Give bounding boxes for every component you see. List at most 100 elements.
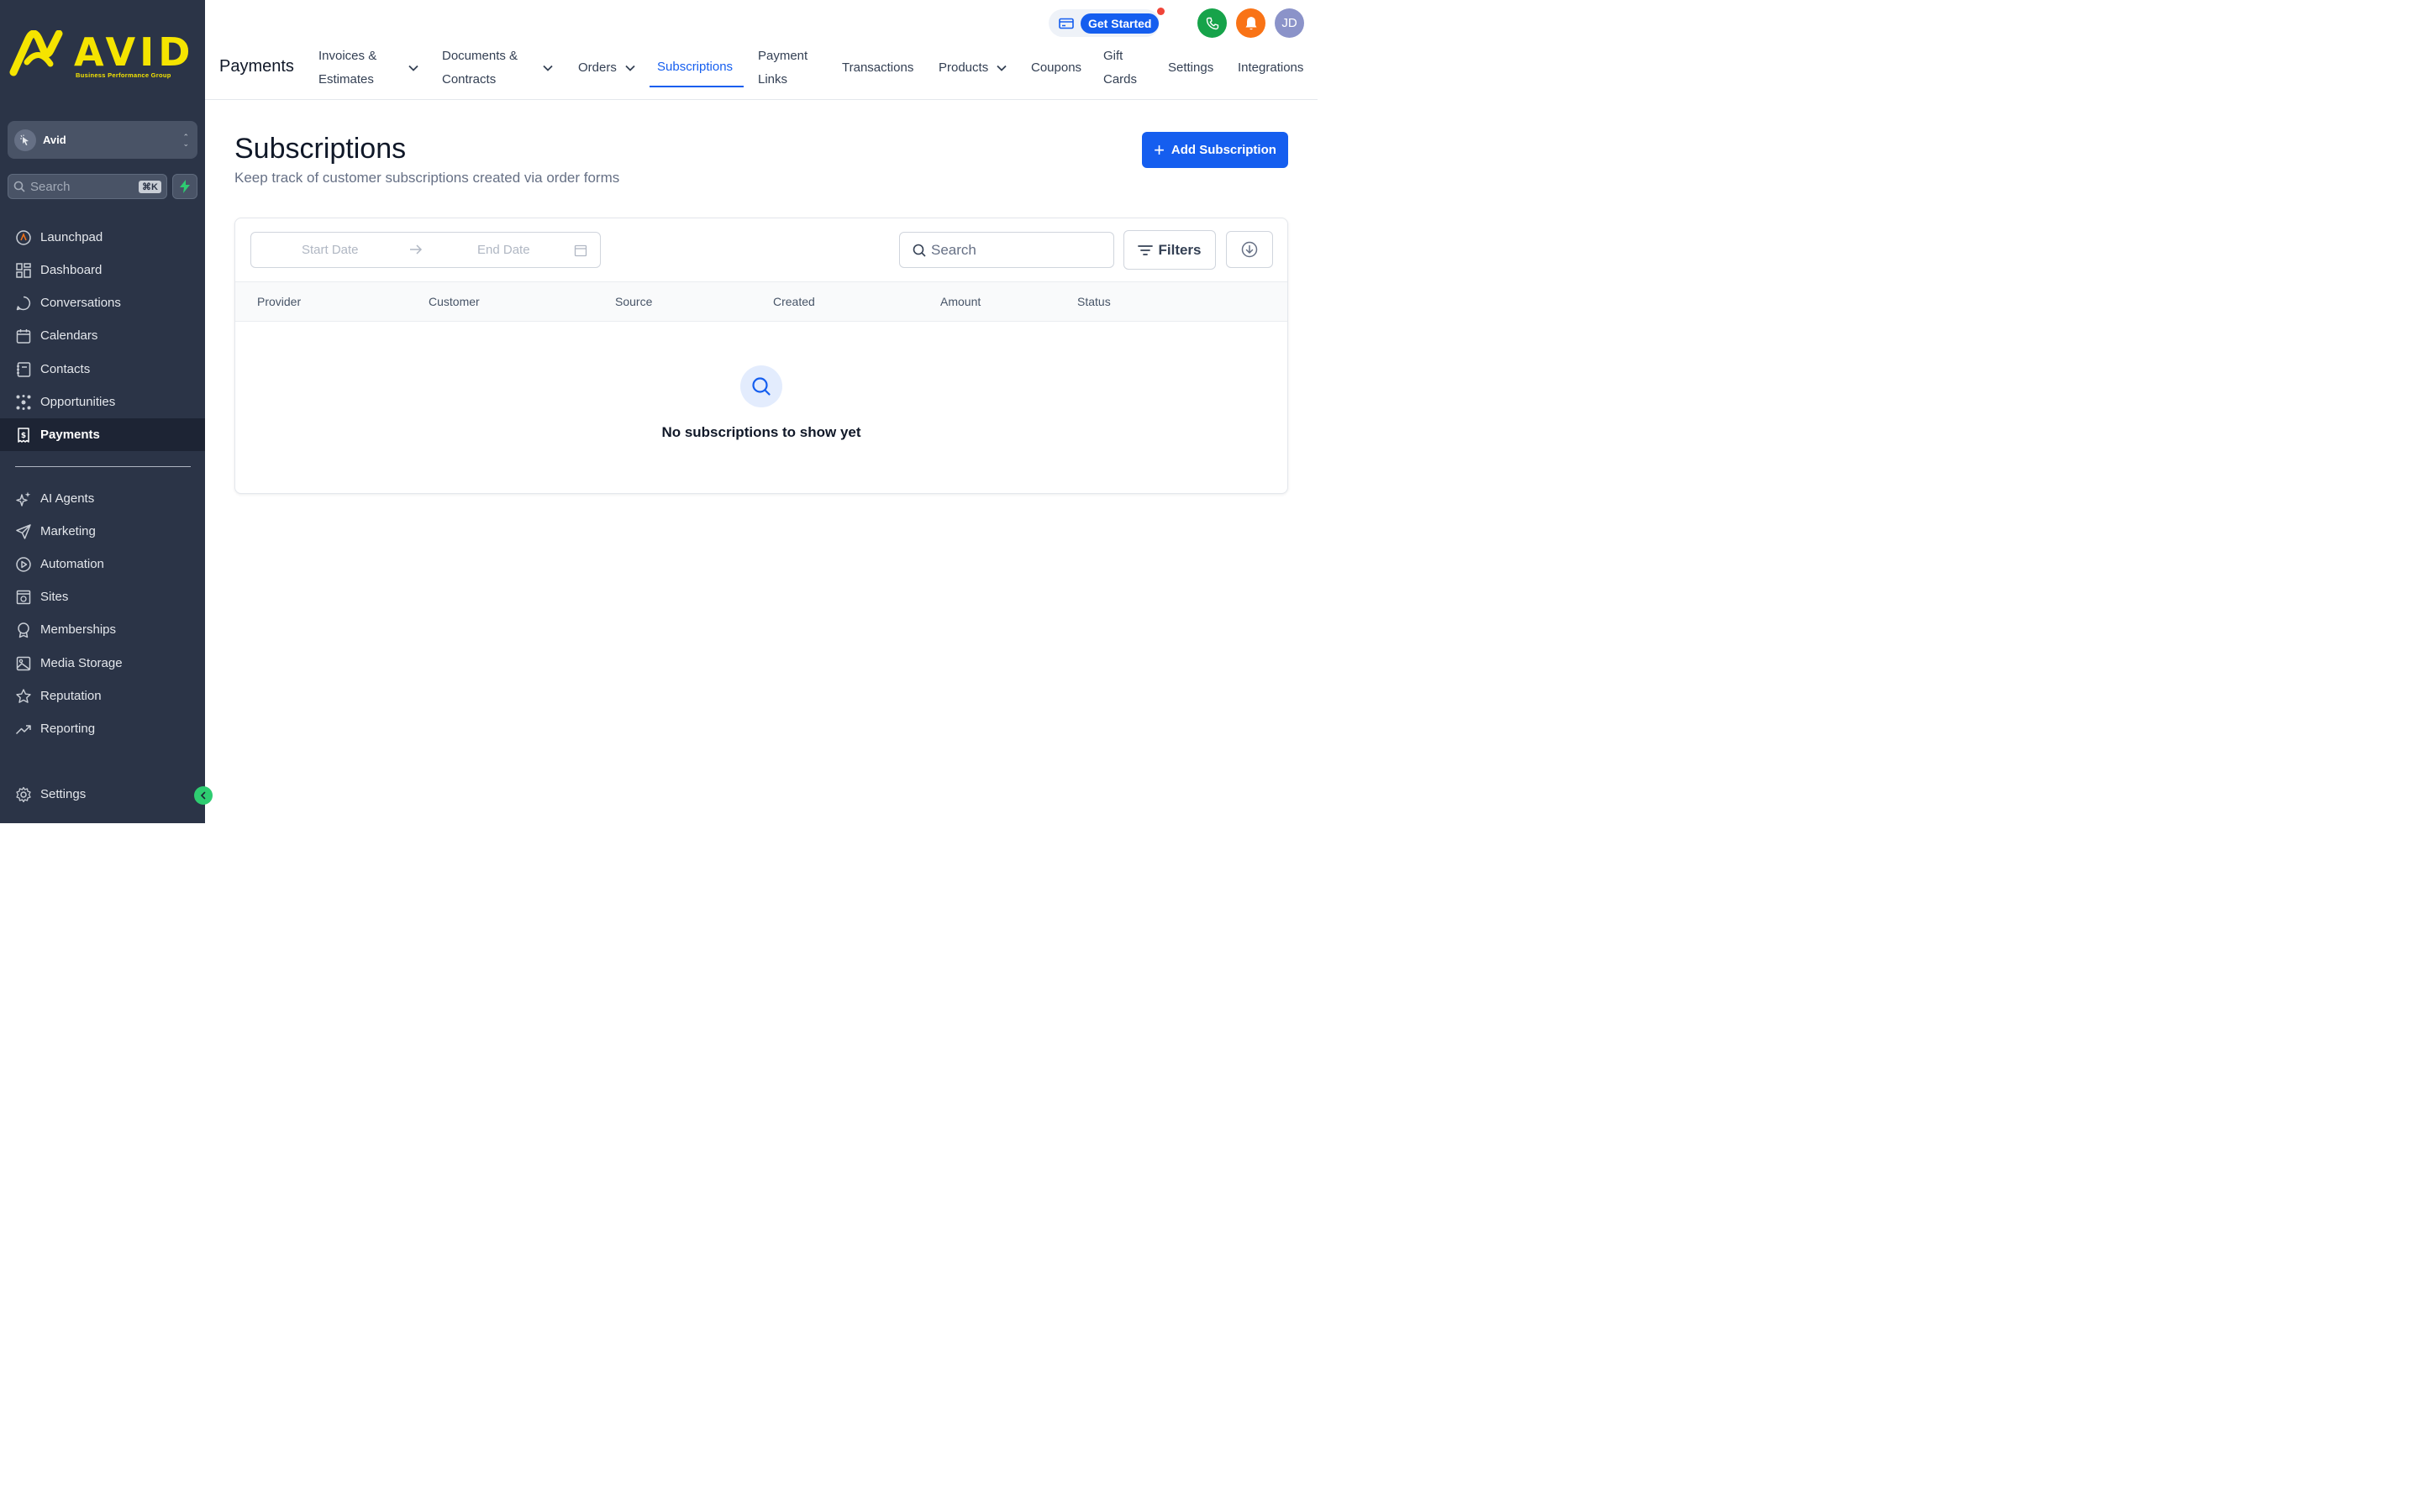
sidebar-item-label: Sites	[40, 590, 69, 604]
empty-state-search-icon	[740, 365, 782, 407]
sidebar-item-payments[interactable]: $ Payments	[0, 418, 205, 451]
account-switcher[interactable]: Avid ⌃ ⌄	[8, 121, 197, 159]
logo-subtitle: Business Performance Group	[76, 71, 171, 79]
gear-icon	[16, 786, 31, 802]
automation-icon	[16, 556, 31, 572]
sidebar-item-opportunities[interactable]: Opportunities	[0, 386, 205, 418]
add-subscription-button[interactable]: + Add Subscription	[1142, 132, 1288, 168]
tab-transactions[interactable]: Transactions	[842, 56, 913, 80]
download-icon	[1241, 241, 1258, 258]
quick-actions-button[interactable]	[172, 174, 197, 199]
sidebar-item-reporting[interactable]: Reporting	[0, 712, 205, 745]
date-range-picker[interactable]: Start Date End Date	[250, 232, 601, 268]
tab-coupons[interactable]: Coupons	[1031, 56, 1081, 80]
tab-label: Transactions	[842, 60, 914, 75]
tab-gift-cards[interactable]: Gift Cards	[1103, 45, 1137, 92]
sidebar-item-ai-agents[interactable]: AI Agents	[0, 482, 205, 515]
column-header-provider[interactable]: Provider	[257, 295, 301, 308]
tab-orders[interactable]: Orders	[578, 56, 635, 80]
sidebar-item-contacts[interactable]: Contacts	[0, 353, 205, 386]
tab-label: Orders	[578, 60, 617, 75]
sidebar-item-media-storage[interactable]: Media Storage	[0, 647, 205, 680]
sites-icon	[16, 590, 31, 604]
sidebar-search-input[interactable]: Search ⌘K	[8, 174, 167, 199]
chevron-left-icon	[200, 791, 206, 800]
badge-icon	[18, 622, 29, 638]
column-header-status[interactable]: Status	[1077, 295, 1111, 308]
sidebar-divider	[15, 466, 191, 467]
avid-logo[interactable]: AVID Business Performance Group	[8, 29, 197, 81]
active-tab-indicator	[650, 86, 744, 87]
sidebar-item-label: Dashboard	[40, 263, 103, 277]
sidebar-item-marketing[interactable]: Marketing	[0, 515, 205, 548]
top-navigation: Payments Invoices & Estimates Documents …	[205, 0, 1318, 100]
sparkle-icon	[16, 491, 31, 507]
column-header-amount[interactable]: Amount	[940, 295, 981, 308]
opportunities-icon	[16, 394, 31, 410]
notifications-button[interactable]	[1236, 8, 1265, 38]
logo-mark-icon	[9, 29, 63, 76]
sidebar-item-label: Reputation	[40, 689, 102, 703]
filters-button[interactable]: Filters	[1123, 230, 1216, 270]
tab-label: Integrations	[1238, 60, 1304, 75]
chevron-down-icon	[997, 65, 1007, 71]
page-subtitle: Keep track of customer subscriptions cre…	[234, 170, 620, 186]
tab-label: Cards	[1103, 72, 1138, 87]
download-button[interactable]	[1226, 231, 1273, 268]
account-name: Avid	[43, 134, 66, 146]
chevron-down-icon	[625, 65, 635, 71]
sidebar-item-label: Contacts	[40, 362, 91, 376]
dashboard-icon	[16, 262, 31, 278]
sidebar-item-dashboard[interactable]: Dashboard	[0, 254, 205, 286]
tab-label: Documents &	[442, 49, 518, 63]
subscriptions-table-card: Start Date End Date Search Filters Provi…	[234, 218, 1288, 494]
collapse-sidebar-button[interactable]	[194, 786, 213, 805]
trend-icon	[15, 724, 31, 734]
tab-label: Gift	[1103, 49, 1123, 63]
column-header-source[interactable]: Source	[615, 295, 652, 308]
lightning-icon	[180, 180, 190, 193]
bell-icon	[1245, 16, 1256, 29]
sidebar-item-calendars[interactable]: Calendars	[0, 319, 205, 352]
notification-dot	[1157, 8, 1165, 15]
page-title: Subscriptions	[234, 133, 407, 165]
tab-label: Invoices &	[318, 49, 377, 63]
sidebar-item-sites[interactable]: Sites	[0, 580, 205, 613]
tab-label: Products	[939, 60, 989, 75]
tab-products[interactable]: Products	[939, 56, 1007, 80]
launchpad-icon	[16, 229, 31, 245]
payments-icon: $	[18, 427, 29, 443]
avatar-initials: JD	[1281, 16, 1297, 30]
tab-subscriptions[interactable]: Subscriptions	[657, 55, 733, 79]
sidebar-item-settings[interactable]: Settings	[0, 778, 205, 811]
chevron-down-icon	[408, 65, 418, 71]
tab-documents-contracts[interactable]: Documents & Contracts	[442, 45, 553, 92]
chevron-updown-icon: ⌃ ⌄	[182, 132, 189, 148]
tab-label: Payment	[758, 49, 808, 63]
tab-settings[interactable]: Settings	[1168, 56, 1213, 80]
sidebar-item-label: Calendars	[40, 328, 98, 343]
tab-label: Subscriptions	[657, 60, 734, 74]
column-header-customer[interactable]: Customer	[429, 295, 480, 308]
sidebar-item-label: Conversations	[40, 296, 121, 310]
sidebar-item-automation[interactable]: Automation	[0, 548, 205, 580]
sidebar-item-memberships[interactable]: Memberships	[0, 613, 205, 646]
tab-label: Contracts	[442, 72, 497, 87]
tab-label: Links	[758, 72, 788, 87]
column-header-created[interactable]: Created	[773, 295, 815, 308]
user-avatar[interactable]: JD	[1275, 8, 1304, 38]
get-started-button[interactable]: Get Started	[1049, 8, 1165, 37]
tab-invoices-estimates[interactable]: Invoices & Estimates	[318, 45, 418, 92]
image-icon	[16, 656, 31, 670]
sidebar-item-reputation[interactable]: Reputation	[0, 680, 205, 712]
phone-button[interactable]	[1197, 8, 1227, 38]
table-search-input[interactable]: Search	[899, 232, 1114, 268]
section-title: Payments	[219, 57, 294, 76]
sidebar-item-launchpad[interactable]: Launchpad	[0, 221, 205, 254]
sidebar-item-conversations[interactable]: Conversations	[0, 286, 205, 319]
plus-icon: +	[1154, 139, 1165, 160]
sidebar-item-label: Automation	[40, 557, 104, 571]
tab-integrations[interactable]: Integrations	[1238, 56, 1303, 80]
search-icon	[13, 181, 25, 192]
tab-payment-links[interactable]: Payment Links	[758, 45, 808, 92]
